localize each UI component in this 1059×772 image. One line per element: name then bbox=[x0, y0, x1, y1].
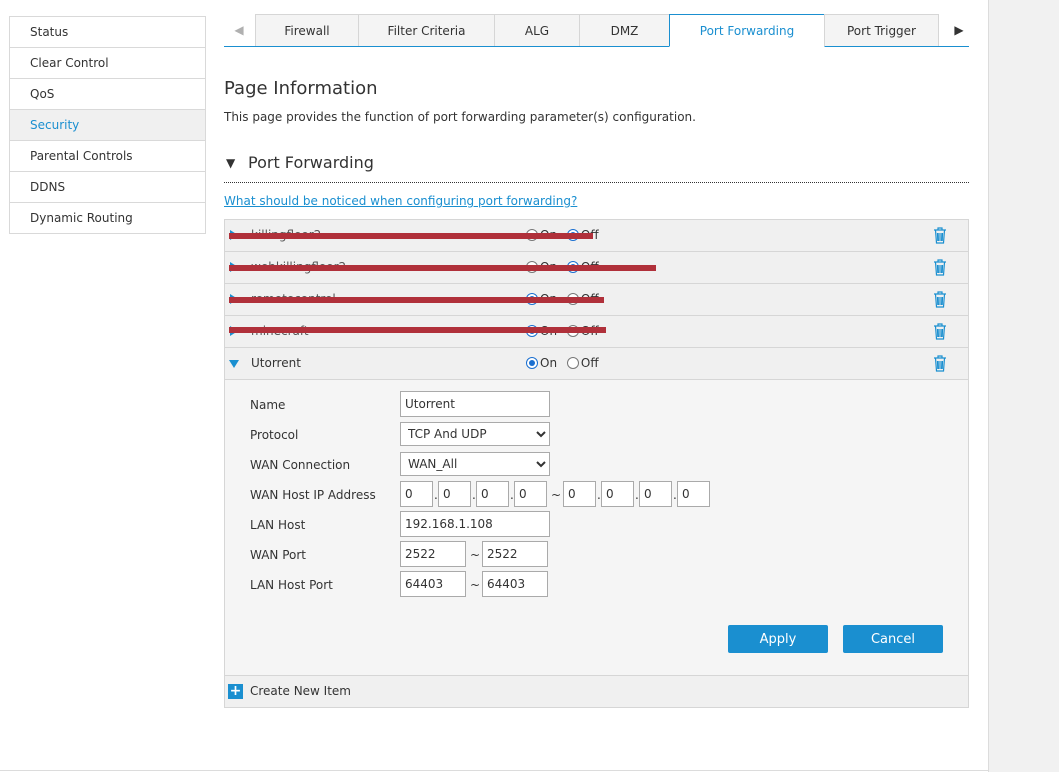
tab-port-trigger[interactable]: Port Trigger bbox=[824, 14, 939, 46]
collapse-arrow-icon[interactable]: ▼ bbox=[226, 156, 235, 170]
sidebar: Status Clear Control QoS Security Parent… bbox=[9, 16, 206, 234]
notice-link[interactable]: What should be noticed when configuring … bbox=[224, 194, 577, 208]
redaction-bar bbox=[229, 265, 656, 271]
sidebar-item-ddns[interactable]: DDNS bbox=[10, 172, 205, 203]
tab-dmz[interactable]: DMZ bbox=[579, 14, 670, 46]
sidebar-item-qos[interactable]: QoS bbox=[10, 79, 205, 110]
rule-list: killingfloor2 On Off webkillingfloor2 On… bbox=[224, 219, 969, 708]
rule-row[interactable]: Utorrent On Off bbox=[225, 348, 968, 380]
collapse-arrow-icon[interactable] bbox=[229, 360, 239, 368]
right-gutter bbox=[988, 0, 1059, 772]
plus-icon[interactable]: + bbox=[228, 684, 243, 699]
tab-firewall[interactable]: Firewall bbox=[255, 14, 359, 46]
section-title: Port Forwarding bbox=[248, 153, 374, 172]
range-tilde: ~ bbox=[551, 488, 562, 502]
lan-host-input[interactable] bbox=[400, 511, 550, 537]
rule-detail-form: Name Protocol TCP And UDP WAN Connection… bbox=[225, 380, 968, 676]
wan-ip-start-octet-2[interactable] bbox=[438, 481, 471, 507]
rule-row[interactable]: remotecontrol On Off bbox=[225, 284, 968, 316]
rule-row[interactable]: killingfloor2 On Off bbox=[225, 220, 968, 252]
tab-scroll-right-icon[interactable]: ▶ bbox=[949, 14, 969, 46]
rule-row[interactable]: minecraft On Off bbox=[225, 316, 968, 348]
tab-scroll-left-icon[interactable]: ◀ bbox=[224, 14, 254, 46]
lan-port-start-input[interactable] bbox=[400, 571, 466, 597]
radio-off-label: Off bbox=[580, 356, 599, 370]
section-header[interactable]: ▼ Port Forwarding bbox=[224, 153, 969, 183]
redaction-bar bbox=[229, 233, 593, 239]
sidebar-item-parental-controls[interactable]: Parental Controls bbox=[10, 141, 205, 172]
trash-icon[interactable] bbox=[932, 258, 948, 276]
wan-ip-start-octet-4[interactable] bbox=[514, 481, 547, 507]
wan-host-ip-label: WAN Host IP Address bbox=[250, 488, 376, 502]
wan-ip-end-octet-4[interactable] bbox=[677, 481, 710, 507]
trash-icon[interactable] bbox=[932, 226, 948, 244]
radio-on-label: On bbox=[540, 356, 558, 370]
trash-icon[interactable] bbox=[932, 290, 948, 308]
wan-port-start-input[interactable] bbox=[400, 541, 466, 567]
redaction-bar bbox=[229, 297, 604, 303]
rule-status-radios: On Off bbox=[526, 356, 605, 370]
name-input[interactable] bbox=[400, 391, 550, 417]
sidebar-item-security[interactable]: Security bbox=[10, 110, 205, 141]
wan-ip-end-octet-1[interactable] bbox=[563, 481, 596, 507]
lan-host-label: LAN Host bbox=[250, 518, 306, 532]
lan-host-port-label: LAN Host Port bbox=[250, 578, 333, 592]
sidebar-item-status[interactable]: Status bbox=[10, 17, 205, 48]
create-new-item-row[interactable]: + Create New Item bbox=[225, 676, 968, 708]
lan-port-end-input[interactable] bbox=[482, 571, 548, 597]
sidebar-item-clear-control[interactable]: Clear Control bbox=[10, 48, 205, 79]
rule-row[interactable]: webkillingfloor2 On Off bbox=[225, 252, 968, 284]
wan-ip-end-octet-2[interactable] bbox=[601, 481, 634, 507]
rule-name: Utorrent bbox=[251, 356, 301, 370]
tab-alg[interactable]: ALG bbox=[494, 14, 580, 46]
create-new-item-label[interactable]: Create New Item bbox=[250, 684, 351, 698]
redaction-bar bbox=[229, 327, 606, 333]
apply-button[interactable]: Apply bbox=[728, 625, 828, 653]
radio-on[interactable] bbox=[526, 357, 538, 369]
wan-connection-label: WAN Connection bbox=[250, 458, 351, 472]
page-title: Page Information bbox=[224, 78, 378, 99]
wan-port-label: WAN Port bbox=[250, 548, 306, 562]
bottom-divider bbox=[0, 770, 988, 771]
trash-icon[interactable] bbox=[932, 322, 948, 340]
tab-bar: ◀ Firewall Filter Criteria ALG DMZ Port … bbox=[224, 14, 969, 47]
range-tilde: ~ bbox=[470, 578, 481, 592]
wan-connection-select[interactable]: WAN_All bbox=[400, 452, 550, 476]
tab-port-forwarding[interactable]: Port Forwarding bbox=[669, 14, 825, 47]
wan-ip-start-octet-1[interactable] bbox=[400, 481, 433, 507]
wan-ip-start-octet-3[interactable] bbox=[476, 481, 509, 507]
tab-filter-criteria[interactable]: Filter Criteria bbox=[358, 14, 495, 46]
radio-off[interactable] bbox=[566, 357, 579, 369]
wan-port-end-input[interactable] bbox=[482, 541, 548, 567]
sidebar-item-dynamic-routing[interactable]: Dynamic Routing bbox=[10, 203, 205, 234]
cancel-button[interactable]: Cancel bbox=[843, 625, 943, 653]
wan-ip-end-octet-3[interactable] bbox=[639, 481, 672, 507]
page-description: This page provides the function of port … bbox=[224, 110, 696, 124]
range-tilde: ~ bbox=[470, 548, 481, 562]
trash-icon[interactable] bbox=[932, 354, 948, 372]
protocol-label: Protocol bbox=[250, 428, 299, 442]
name-label: Name bbox=[250, 398, 286, 412]
protocol-select[interactable]: TCP And UDP bbox=[400, 422, 550, 446]
